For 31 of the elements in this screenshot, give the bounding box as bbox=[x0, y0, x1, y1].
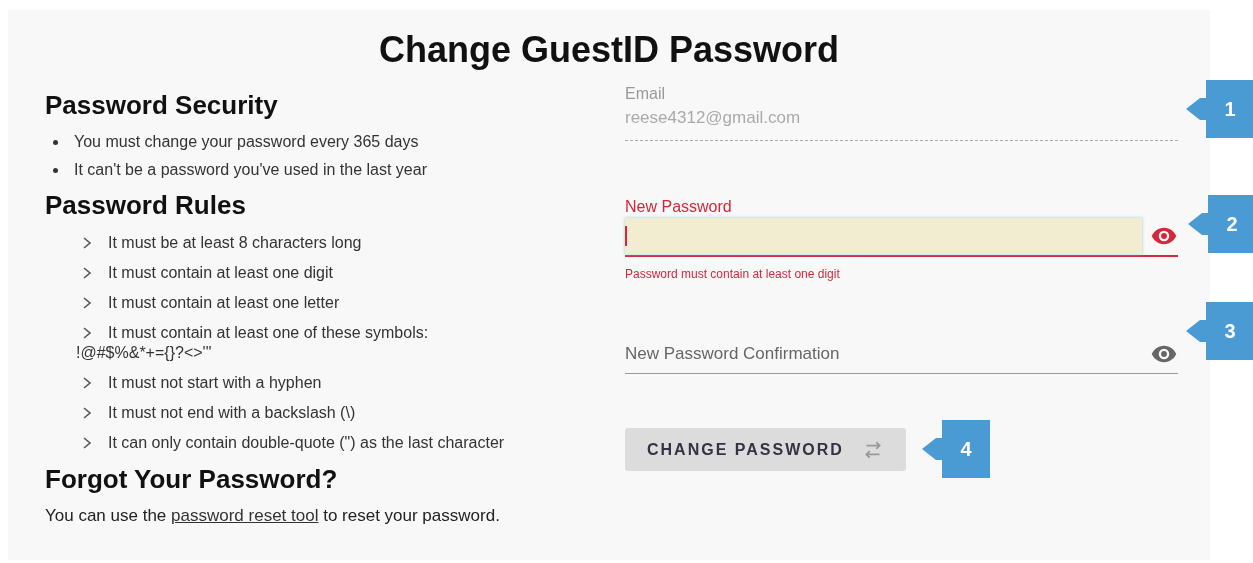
chevron-icon bbox=[82, 376, 92, 390]
rule-item: It must be at least 8 characters long bbox=[108, 234, 362, 252]
section-heading: Forgot Your Password? bbox=[45, 464, 339, 494]
rule-item: It must contain at least one letter bbox=[108, 294, 340, 312]
change-password-button[interactable]: CHANGE PASSWORD bbox=[625, 428, 906, 471]
chevron-icon bbox=[82, 236, 92, 250]
security-item: You must change your password every 365 days bbox=[74, 132, 419, 152]
rule-item: It must not end with a backslash (\) bbox=[108, 404, 356, 422]
field-label: New Password bbox=[625, 197, 733, 217]
reset-tool-link[interactable]: password reset tool bbox=[171, 506, 319, 525]
field-label: Email bbox=[625, 84, 666, 104]
security-item: It can't be a password you've used in the last year bbox=[74, 160, 427, 180]
rule-item: It must contain at least one digit bbox=[108, 264, 333, 282]
chevron-icon bbox=[82, 436, 92, 450]
chevron-icon bbox=[82, 296, 92, 310]
reset-instructions: You can use the password reset tool to reset your password. bbox=[45, 506, 501, 526]
page-title: Change GuestID Password bbox=[377, 30, 841, 70]
bullet-icon bbox=[53, 139, 58, 145]
rule-item: It must contain at least one of these symbols: bbox=[108, 324, 429, 342]
error-message: Password must contain at least one digit bbox=[625, 267, 841, 281]
rule-symbols: !@#$%&*+={}?<>'" bbox=[76, 343, 213, 363]
field-value: reese4312@gmail.com bbox=[625, 107, 802, 129]
chevron-icon bbox=[82, 406, 92, 420]
confirmation-field[interactable]: New Password Confirmation bbox=[625, 336, 1150, 372]
chevron-icon bbox=[82, 326, 92, 340]
section-heading: Password Rules bbox=[45, 190, 247, 220]
section-heading: Password Security bbox=[45, 90, 279, 120]
bullet-icon bbox=[53, 167, 58, 173]
rule-item: It must not start with a hyphen bbox=[108, 374, 322, 392]
chevron-icon bbox=[82, 266, 92, 280]
rule-item: It can only contain double-quote (") as the last character bbox=[108, 434, 505, 452]
